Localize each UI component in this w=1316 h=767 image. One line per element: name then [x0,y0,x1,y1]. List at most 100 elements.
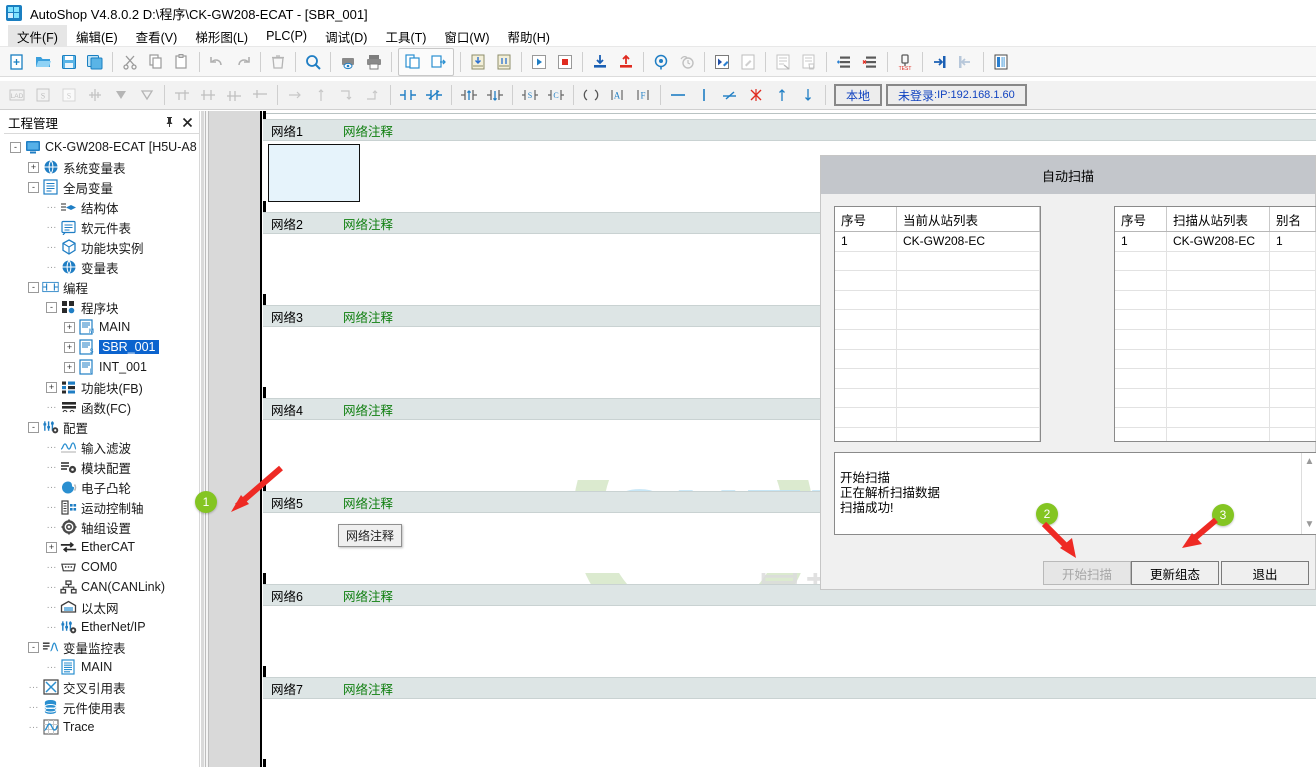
network-header[interactable]: 网络1 网络注释 [263,119,1316,141]
table-row-empty[interactable] [835,427,1040,441]
close-icon[interactable] [179,114,195,130]
coil-icon[interactable] [579,83,603,107]
branch-line-icon[interactable] [248,83,272,107]
chevron-down-icon[interactable]: ▼ [1302,518,1316,532]
reset-coil-icon[interactable]: C [544,83,568,107]
branch-join-icon[interactable] [222,83,246,107]
table-row-empty[interactable] [835,388,1040,409]
network-comment[interactable]: 网络注释 [343,493,393,512]
menu-item-window[interactable]: 窗口(W) [435,25,498,48]
contact-no-icon[interactable] [396,83,420,107]
tree-item-[interactable]: + 系统变量表 [4,157,199,177]
edit-run-icon[interactable] [710,50,734,74]
menu-item-tools[interactable]: 工具(T) [376,25,435,48]
table-row-empty[interactable] [835,251,1040,272]
table-row-empty[interactable] [1115,271,1316,291]
tree-item-[interactable]: ··· 以太网 [4,597,199,617]
log-scrollbar[interactable]: ▲ ▼ [1301,453,1316,534]
table-row-empty[interactable] [1115,369,1316,389]
splitter-grip[interactable] [204,111,209,767]
falling-edge-icon[interactable] [483,83,507,107]
tree-item-ethercat[interactable]: + EtherCAT [4,537,199,557]
tree-item-[interactable]: ··· 输入滤波 [4,437,199,457]
table-row-empty[interactable] [1115,388,1316,409]
table-row-empty[interactable] [1115,251,1316,272]
login-icon[interactable] [928,50,952,74]
table-row-empty[interactable] [835,369,1040,389]
del-all-icon[interactable] [744,83,768,107]
set-coil-icon[interactable]: S [518,83,542,107]
network-comment[interactable]: 网络注释 [343,214,393,233]
scan-log-box[interactable]: 开始扫描 正在解析扫描数据 扫描成功! ▲ ▼ [834,452,1316,535]
table-row[interactable]: 1 CK-GW208-EC 1 [1115,232,1316,252]
tree-item-int_001[interactable]: + I INT_001 [4,357,199,377]
tree-item-[interactable]: ··· 结构体 [4,197,199,217]
table-row-empty[interactable] [835,310,1040,330]
compile-icon[interactable] [401,50,425,74]
tree-item-cancanlink[interactable]: ··· CAN(CANLink) [4,577,199,597]
expand-icon[interactable]: + [64,341,75,353]
stop-icon[interactable] [553,50,577,74]
move-up-icon[interactable] [135,83,159,107]
device-panel-icon[interactable] [989,50,1013,74]
expand-icon[interactable]: + [28,161,39,173]
project-tree[interactable]: - CK-GW208-ECAT [H5U-A8 + 系统变量表 - 全局变量 ··· 结构体 ·… [4,133,199,767]
start-scan-button[interactable]: 开始扫描 [1043,561,1131,585]
tree-item-[interactable]: ··· 电子凸轮 [4,477,199,497]
run-icon[interactable] [527,50,551,74]
menu-item-plc[interactable]: PLC(P) [257,27,316,45]
tree-item-ckgw208ecath5ua8[interactable]: - CK-GW208-ECAT [H5U-A8 [4,137,199,157]
func-a-icon[interactable]: A [605,83,629,107]
scanned-slave-table[interactable]: 序号 扫描从站列表 别名 1 CK-GW208-EC 1 [1114,206,1316,442]
current-slave-table[interactable]: 序号 当前从站列表 1 CK-GW208-EC [834,206,1041,442]
redo-icon[interactable] [231,50,255,74]
tree-item-fb[interactable]: + 功能块(FB) [4,377,199,397]
insert-network-icon[interactable] [83,83,107,107]
tree-item-[interactable]: ··· 轴组设置 [4,517,199,537]
save-all-icon[interactable] [83,50,107,74]
chevron-up-icon[interactable]: ▲ [1302,455,1316,469]
monitor-icon[interactable] [649,50,673,74]
cut-icon[interactable] [118,50,142,74]
v-line-icon[interactable] [309,83,333,107]
tree-item-[interactable]: ··· 运动控制轴 [4,497,199,517]
menu-item-edit[interactable]: 编辑(E) [67,25,127,48]
tree-item-fc[interactable]: ··· 函数(FC) [4,397,199,417]
table-row-empty[interactable] [1115,349,1316,370]
tree-item-[interactable]: - 配置 [4,417,199,437]
corner-down-icon[interactable] [335,83,359,107]
table-row-empty[interactable] [835,408,1040,428]
tree-item-[interactable]: ··· 变量表 [4,257,199,277]
tree-item-main[interactable]: + M MAIN [4,317,199,337]
network-header[interactable]: 网络7 网络注释 [263,677,1316,699]
tree-item-[interactable]: - 变量监控表 [4,637,199,657]
insert-row-icon[interactable] [832,50,856,74]
status-local-chip[interactable]: 本地 [834,84,883,106]
collapse-icon[interactable]: - [28,181,39,193]
tree-item-[interactable]: ··· 交叉引用表 [4,677,199,697]
table-row-empty[interactable] [835,271,1040,291]
find-icon[interactable] [301,50,325,74]
menu-item-debug[interactable]: 调试(D) [316,25,376,48]
expand-icon[interactable]: + [64,321,75,333]
logout-icon[interactable] [954,50,978,74]
contact-nc-icon[interactable] [422,83,446,107]
delete-row-icon[interactable] [858,50,882,74]
upload-page-icon[interactable] [492,50,516,74]
network-comment[interactable]: 网络注释 [343,121,393,140]
selected-ladder-cell[interactable] [268,144,360,202]
collapse-icon[interactable]: - [28,421,39,433]
delete-icon[interactable] [266,50,290,74]
collapse-icon[interactable]: - [28,281,39,293]
network-comment[interactable]: 网络注释 [343,679,393,698]
menu-item-view[interactable]: 查看(V) [127,25,187,48]
up-arrow-icon[interactable] [770,83,794,107]
menu-item-ladder[interactable]: 梯形图(L) [186,25,257,48]
down-arrow-icon[interactable] [796,83,820,107]
corner-up-icon[interactable] [361,83,385,107]
table-row-empty[interactable] [835,290,1040,311]
tree-item-[interactable]: ··· 模块配置 [4,457,199,477]
expand-icon[interactable]: + [46,541,57,553]
network-body[interactable] [263,606,1316,666]
table-row-empty[interactable] [1115,408,1316,428]
